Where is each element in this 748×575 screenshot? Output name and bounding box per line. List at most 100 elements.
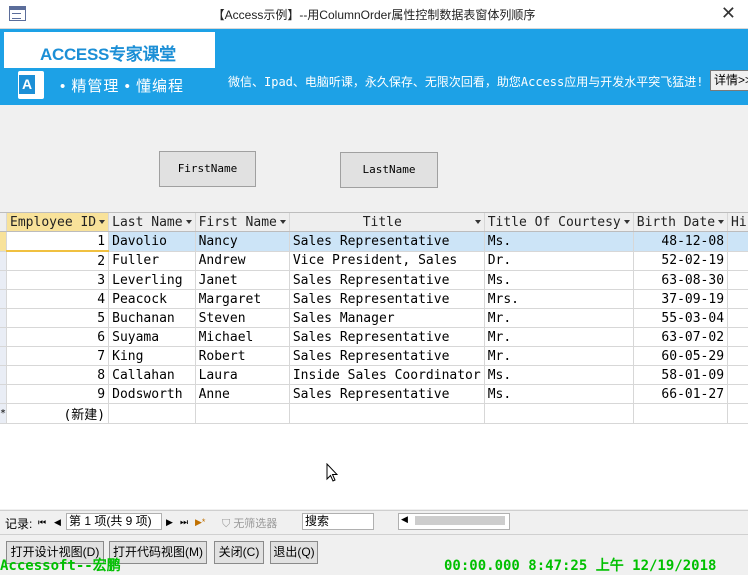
new-record-cell[interactable] <box>289 403 485 424</box>
chevron-down-icon[interactable] <box>185 220 192 224</box>
column-header-first-name[interactable]: First Name <box>195 213 290 232</box>
cell-hire-date[interactable]: 9 <box>727 365 748 385</box>
cell-birth-date[interactable]: 63-08-30 <box>633 270 729 290</box>
column-header-hire-date[interactable]: Hire <box>727 213 748 232</box>
column-header-title[interactable]: Title <box>289 213 485 232</box>
cell-employee-id[interactable]: 6 <box>6 327 110 347</box>
table-row[interactable]: 2 Fuller Andrew Vice President, Sales Dr. 52-… <box>0 251 748 271</box>
cell-last-name[interactable]: Suyama <box>108 327 196 347</box>
chevron-down-icon[interactable] <box>623 220 630 224</box>
table-row[interactable]: 5BuchananStevenSales ManagerMr.55-03-049 <box>0 308 748 328</box>
cell-hire-date[interactable]: 9 <box>727 231 748 252</box>
cell-title[interactable]: Sales Representative <box>289 384 485 404</box>
cell-employee-id[interactable]: 5 <box>6 308 110 328</box>
cell-employee-id[interactable]: 4 <box>6 289 110 309</box>
cell-last-name[interactable]: King <box>108 346 196 366</box>
cell-title-of-courtesy[interactable]: Ms. <box>484 365 634 385</box>
column-header-employee-id[interactable]: Employee ID <box>6 213 110 232</box>
cell-hire-date[interactable]: 9 <box>727 308 748 328</box>
horizontal-scrollbar[interactable]: ◀ <box>398 513 510 530</box>
column-header-last-name[interactable]: Last Name <box>108 213 196 232</box>
cell-title-of-courtesy[interactable]: Mr. <box>484 346 634 366</box>
cell-birth-date[interactable]: 66-01-27 <box>633 384 729 404</box>
new-record-row[interactable]: * (新建) <box>0 403 748 424</box>
new-record-cell[interactable] <box>108 403 196 424</box>
cell-birth-date[interactable]: 52-02-19 <box>633 251 729 271</box>
table-row[interactable]: 6 Suyama Michael Sales Representative Mr. 63-… <box>0 327 748 347</box>
cell-birth-date[interactable]: 58-01-09 <box>633 365 729 385</box>
cell-first-name[interactable]: Anne <box>195 384 290 404</box>
new-record-cell[interactable] <box>633 403 729 424</box>
cell-title[interactable]: Sales Representative <box>289 270 485 290</box>
cell-first-name[interactable]: Margaret <box>195 289 290 309</box>
cell-employee-id[interactable]: 9 <box>6 384 110 404</box>
cell-last-name[interactable]: Davolio <box>108 231 196 252</box>
chevron-down-icon[interactable] <box>474 220 481 224</box>
filter-indicator[interactable]: ⛉ 无筛选器 <box>222 515 277 531</box>
table-row[interactable]: 3 Leverling Janet Sales Representative Ms. 63… <box>0 270 748 290</box>
cell-last-name[interactable]: Leverling <box>108 270 196 290</box>
cell-employee-id[interactable]: 8 <box>6 365 110 385</box>
cell-first-name[interactable]: Janet <box>195 270 290 290</box>
cell-title-of-courtesy[interactable]: Ms. <box>484 384 634 404</box>
cell-last-name[interactable]: Fuller <box>108 251 196 271</box>
lastname-button[interactable]: LastName <box>340 152 438 188</box>
cell-first-name[interactable]: Nancy <box>195 231 290 252</box>
cell-employee-id[interactable]: 2 <box>6 251 110 271</box>
new-record-cell[interactable] <box>484 403 634 424</box>
cell-title-of-courtesy[interactable]: Mr. <box>484 327 634 347</box>
column-header-birth-date[interactable]: Birth Date <box>633 213 729 232</box>
cell-title[interactable]: Sales Representative <box>289 231 485 252</box>
close-icon[interactable]: ✕ <box>721 3 736 24</box>
first-record-icon[interactable]: ⏮ <box>38 517 46 528</box>
cell-last-name[interactable]: Callahan <box>108 365 196 385</box>
cell-birth-date[interactable]: 37-09-19 <box>633 289 729 309</box>
cell-last-name[interactable]: Dodsworth <box>108 384 196 404</box>
cell-birth-date[interactable]: 63-07-02 <box>633 327 729 347</box>
cell-hire-date[interactable]: 9 <box>727 346 748 366</box>
chevron-down-icon[interactable] <box>279 220 286 224</box>
details-button[interactable]: 详情>> <box>710 70 748 91</box>
cell-last-name[interactable]: Peacock <box>108 289 196 309</box>
cell-first-name[interactable]: Steven <box>195 308 290 328</box>
new-record-cell[interactable] <box>727 403 748 424</box>
cell-title[interactable]: Vice President, Sales <box>289 251 485 271</box>
cell-title-of-courtesy[interactable]: Ms. <box>484 270 634 290</box>
cell-first-name[interactable]: Andrew <box>195 251 290 271</box>
exit-button[interactable]: 退出(Q) <box>270 541 318 564</box>
cell-first-name[interactable]: Michael <box>195 327 290 347</box>
firstname-button[interactable]: FirstName <box>159 151 256 187</box>
cell-first-name[interactable]: Robert <box>195 346 290 366</box>
cell-title-of-courtesy[interactable]: Dr. <box>484 251 634 271</box>
cell-title-of-courtesy[interactable]: Ms. <box>484 231 634 252</box>
chevron-down-icon[interactable] <box>718 220 725 224</box>
last-record-icon[interactable]: ⏭ <box>180 517 188 528</box>
record-position-input[interactable]: 第 1 项(共 9 项) <box>66 513 162 530</box>
new-record-label[interactable]: (新建) <box>6 403 110 424</box>
table-row[interactable]: 4 Peacock Margaret Sales Representative Mrs.… <box>0 289 748 309</box>
cell-title[interactable]: Sales Representative <box>289 346 485 366</box>
cell-hire-date[interactable]: 9 <box>727 251 748 271</box>
cell-employee-id[interactable]: 3 <box>6 270 110 290</box>
next-record-icon[interactable]: ▶ <box>166 517 173 528</box>
cell-title[interactable]: Sales Manager <box>289 308 485 328</box>
cell-birth-date[interactable]: 55-03-04 <box>633 308 729 328</box>
new-record-cell[interactable] <box>195 403 290 424</box>
cell-title[interactable]: Inside Sales Coordinator <box>289 365 485 385</box>
open-code-view-button[interactable]: 打开代码视图(M) <box>109 541 207 564</box>
chevron-down-icon[interactable] <box>99 220 106 224</box>
table-row[interactable]: 9 Dodsworth Anne Sales Representative Ms. 66-… <box>0 384 748 404</box>
close-form-button[interactable]: 关闭(C) <box>214 541 264 564</box>
cell-last-name[interactable]: Buchanan <box>108 308 196 328</box>
column-header-title-of-courtesy[interactable]: Title Of Courtesy <box>484 213 634 232</box>
cell-title[interactable]: Sales Representative <box>289 289 485 309</box>
cell-first-name[interactable]: Laura <box>195 365 290 385</box>
scroll-left-icon[interactable]: ◀ <box>401 514 408 525</box>
cell-hire-date[interactable]: 9 <box>727 270 748 290</box>
table-row[interactable]: 8 Callahan Laura Inside Sales Coordinator Ms… <box>0 365 748 385</box>
previous-record-icon[interactable]: ◀ <box>54 517 61 528</box>
cell-hire-date[interactable]: 9 <box>727 327 748 347</box>
cell-title[interactable]: Sales Representative <box>289 327 485 347</box>
cell-hire-date[interactable]: 9 <box>727 289 748 309</box>
cell-employee-id[interactable]: 7 <box>6 346 110 366</box>
